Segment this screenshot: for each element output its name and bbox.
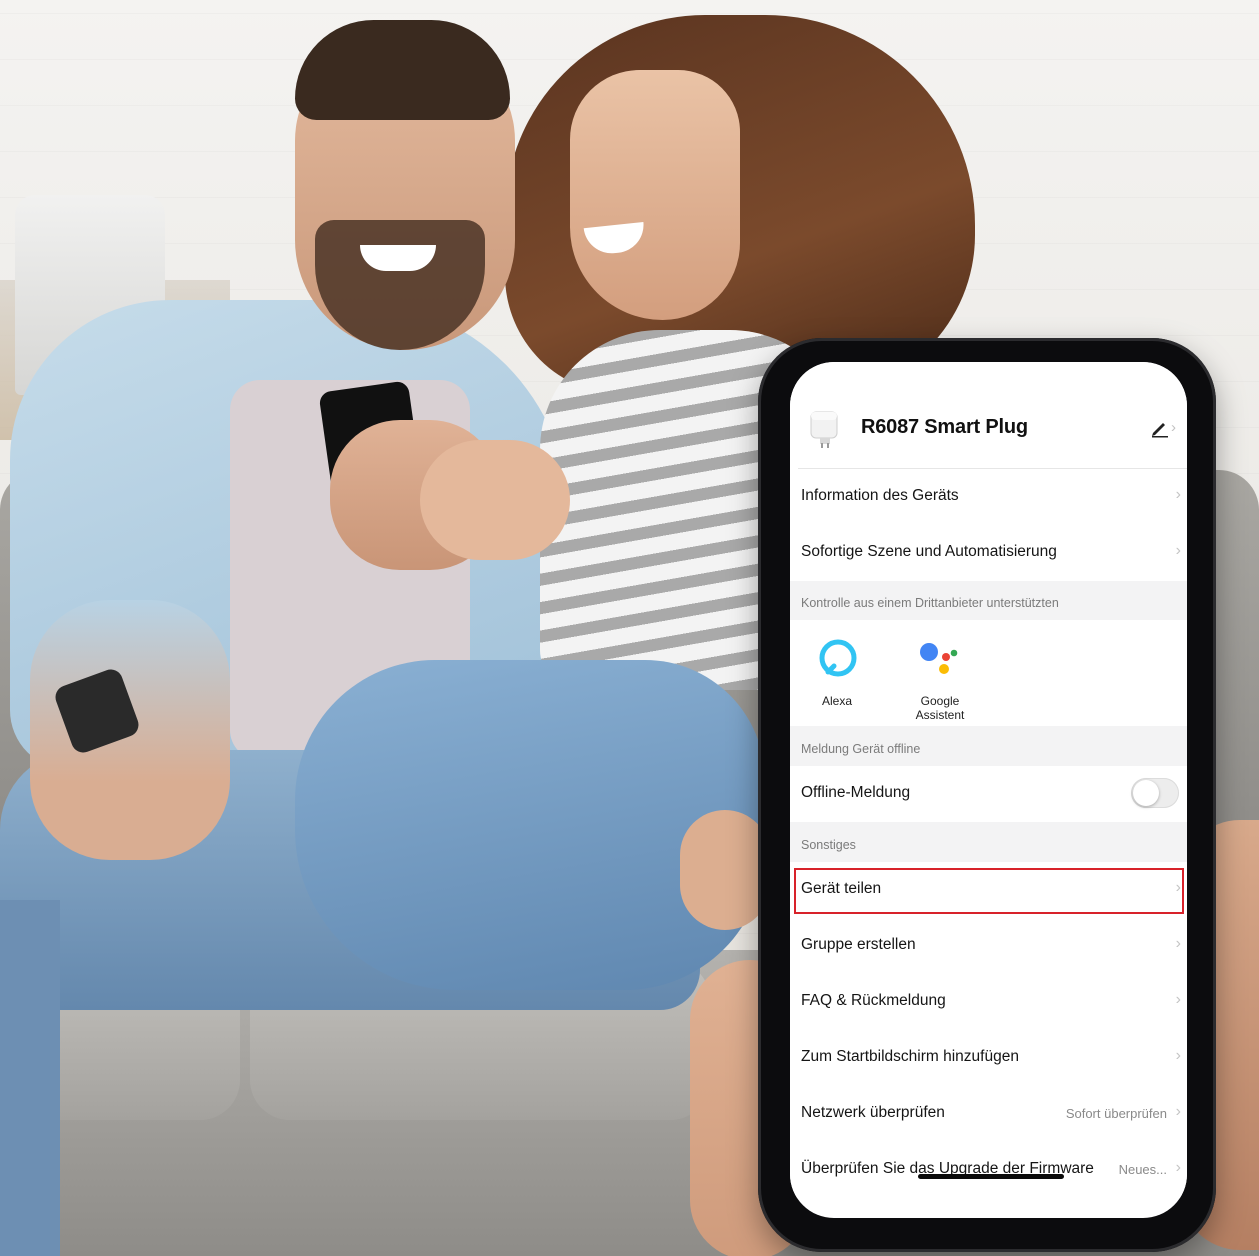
alexa-label: Alexa (821, 694, 853, 708)
device-title: R6087 Smart Plug (861, 416, 1028, 438)
chevron-right-icon: › (1175, 542, 1181, 559)
menu-item-label: Information des Geräts (801, 487, 959, 504)
woman-hand (420, 440, 570, 560)
edit-icon[interactable] (1150, 418, 1170, 438)
chevron-right-icon: › (1175, 486, 1181, 503)
chevron-right-icon: › (1175, 1047, 1181, 1064)
assistant-list: Alexa Google Assistent (790, 620, 1187, 726)
section-label: Meldung Gerät offline (801, 742, 921, 756)
chevron-right-icon: › (1175, 1103, 1181, 1120)
section-label: Sonstiges (801, 838, 856, 852)
menu-item-device-info[interactable]: Information des Geräts › (790, 469, 1187, 525)
menu-item-share-device[interactable]: Gerät teilen › (790, 862, 1187, 918)
menu-item-firmware-upgrade[interactable]: Überprüfen Sie das Upgrade der Firmware … (790, 1142, 1187, 1198)
menu-item-label: Zum Startbildschirm hinzufügen (801, 1048, 1019, 1065)
chevron-right-icon: › (1175, 991, 1181, 1008)
holding-thumb (680, 810, 770, 930)
menu-item-label: Gerät teilen (801, 880, 882, 897)
google-assistant-icon[interactable] (918, 640, 962, 680)
man-leg (0, 900, 60, 1256)
app-screen: R6087 Smart Plug › Information des Gerät… (790, 362, 1187, 1218)
alexa-icon[interactable] (818, 638, 858, 678)
offline-toggle[interactable] (1131, 778, 1179, 808)
menu-item-label: Netzwerk überprüfen (801, 1104, 945, 1121)
chevron-right-icon: › (1175, 1159, 1181, 1176)
toggle-knob (1133, 780, 1159, 806)
menu-item-add-to-homescreen[interactable]: Zum Startbildschirm hinzufügen › (790, 1030, 1187, 1086)
chevron-right-icon: › (1175, 879, 1181, 896)
woman-face (570, 70, 740, 320)
section-label: Kontrolle aus einem Drittanbieter unters… (801, 596, 1059, 610)
chevron-right-icon: › (1171, 419, 1176, 436)
menu-item-faq-feedback[interactable]: FAQ & Rückmeldung › (790, 974, 1187, 1030)
smart-plug-icon (810, 411, 838, 448)
device-header: R6087 Smart Plug › (790, 362, 1187, 468)
section-offline: Meldung Gerät offline (790, 726, 1187, 766)
menu-item-scene-automation[interactable]: Sofortige Szene und Automatisierung › (790, 525, 1187, 581)
offline-notification-row: Offline-Meldung (790, 766, 1187, 822)
menu-item-label: Sofortige Szene und Automatisierung (801, 543, 1057, 560)
man-hair (295, 20, 510, 120)
menu-item-check-network[interactable]: Netzwerk überprüfen Sofort überprüfen › (790, 1086, 1187, 1142)
menu-item-value: Sofort überprüfen (1065, 1106, 1167, 1121)
menu-item-label: FAQ & Rückmeldung (801, 992, 946, 1009)
home-indicator[interactable] (918, 1174, 1064, 1179)
menu-item-create-group[interactable]: Gruppe erstellen › (790, 918, 1187, 974)
menu-item-value: Neues... (1118, 1162, 1167, 1177)
chevron-right-icon: › (1175, 935, 1181, 952)
section-third-party: Kontrolle aus einem Drittanbieter unters… (790, 581, 1187, 620)
google-assistant-label: Google Assistent (915, 694, 965, 722)
menu-item-label: Gruppe erstellen (801, 936, 916, 953)
offline-label: Offline-Meldung (801, 784, 911, 801)
